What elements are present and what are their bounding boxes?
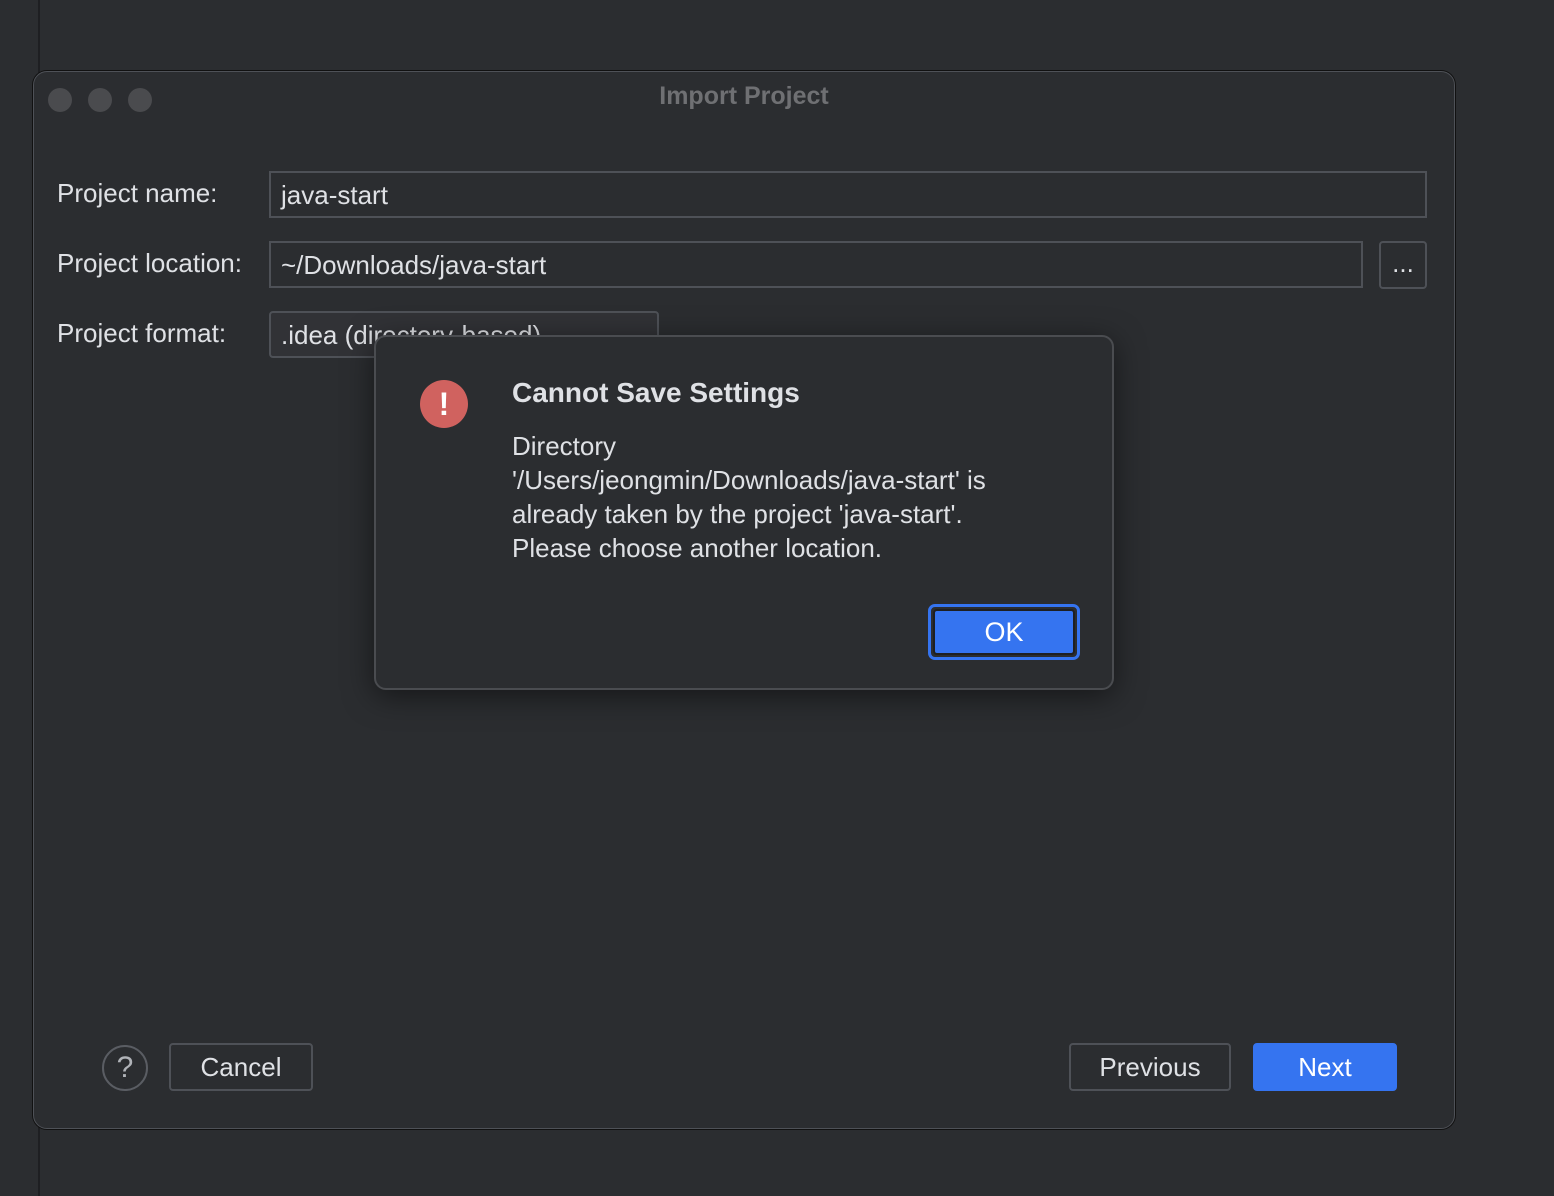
error-dialog: ! Cannot Save Settings Directory '/Users… [374,335,1114,690]
project-name-label: Project name: [57,178,218,208]
next-button[interactable]: Next [1253,1043,1397,1091]
window-title: Import Project [659,82,829,110]
cancel-button[interactable]: Cancel [169,1043,313,1091]
ok-button[interactable]: OK [928,604,1080,660]
message-line: '/Users/jeongmin/Downloads/java-start' i… [512,465,986,495]
project-format-label: Project format: [57,318,227,348]
help-button[interactable]: ? [102,1045,148,1091]
browse-button[interactable]: ... [1379,241,1427,289]
dialog-title: Cannot Save Settings [512,377,800,408]
previous-button[interactable]: Previous [1069,1043,1231,1091]
project-location-input[interactable]: ~/Downloads/java-start [269,241,1363,288]
message-line: already taken by the project 'java-start… [512,499,963,529]
message-line: Directory [512,431,617,461]
error-icon: ! [420,380,468,428]
project-name-input[interactable]: java-start [269,171,1427,218]
ok-button-label: OK [933,609,1075,655]
dialog-message: Directory '/Users/jeongmin/Downloads/jav… [512,429,1072,565]
message-line: Please choose another location. [512,533,883,563]
project-location-label: Project location: [57,248,242,278]
